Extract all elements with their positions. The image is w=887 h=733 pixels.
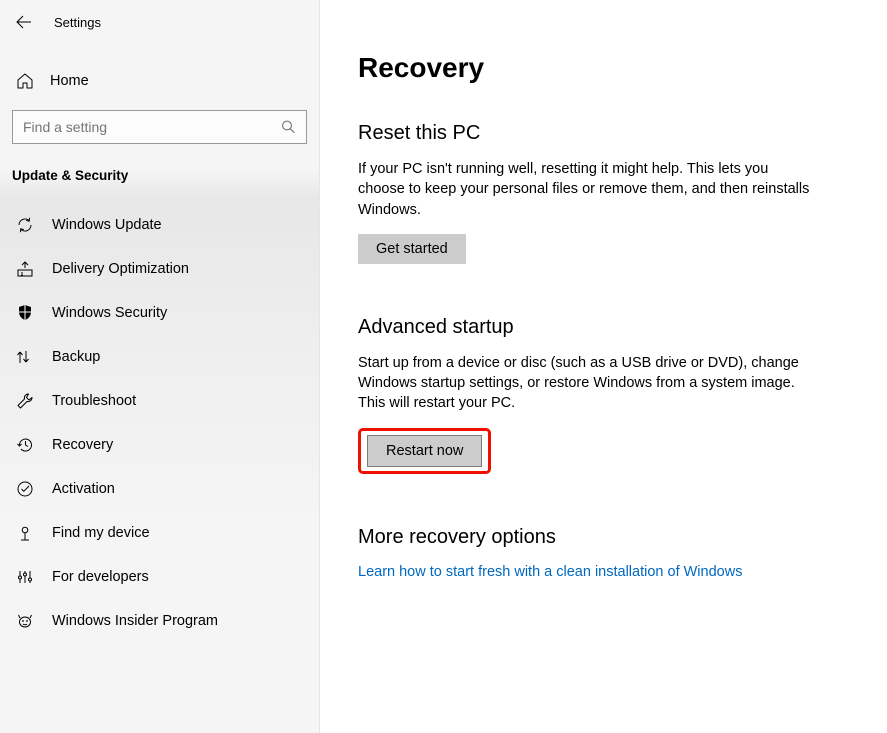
history-icon [16, 436, 34, 454]
sidebar: Settings Home Update & Security Windows … [0, 0, 320, 733]
section-more-options: More recovery options Learn how to start… [358, 526, 818, 581]
sidebar-item-delivery-optimization[interactable]: Delivery Optimization [0, 247, 319, 291]
sidebar-item-label: Recovery [52, 437, 113, 453]
page-title: Recovery [358, 52, 849, 84]
search-icon [281, 120, 296, 135]
sidebar-item-label: Windows Update [52, 217, 162, 233]
get-started-button[interactable]: Get started [358, 234, 466, 264]
sidebar-item-activation[interactable]: Activation [0, 467, 319, 511]
sidebar-item-windows-insider[interactable]: Windows Insider Program [0, 599, 319, 643]
sidebar-category: Update & Security [0, 144, 319, 197]
delivery-icon [16, 260, 34, 278]
sidebar-home-label: Home [50, 73, 89, 89]
sidebar-item-label: Windows Security [52, 305, 167, 321]
topbar: Settings [0, 6, 319, 40]
search-wrap [0, 100, 319, 144]
advanced-heading: Advanced startup [358, 316, 818, 339]
sidebar-nav: Windows Update Delivery Optimization Win… [0, 203, 319, 643]
main-content: Recovery Reset this PC If your PC isn't … [320, 0, 887, 733]
sidebar-item-label: For developers [52, 569, 149, 585]
fresh-install-link[interactable]: Learn how to start fresh with a clean in… [358, 564, 742, 580]
wrench-icon [16, 392, 34, 410]
home-icon [16, 72, 34, 90]
sidebar-item-label: Find my device [52, 525, 150, 541]
search-box[interactable] [12, 110, 307, 144]
arrow-left-icon [16, 14, 32, 30]
sidebar-item-for-developers[interactable]: For developers [0, 555, 319, 599]
reset-heading: Reset this PC [358, 122, 818, 145]
sidebar-item-label: Backup [52, 349, 100, 365]
sidebar-item-label: Windows Insider Program [52, 613, 218, 629]
shield-icon [16, 304, 34, 322]
refresh-icon [16, 216, 34, 234]
search-input[interactable] [13, 111, 306, 143]
sidebar-home[interactable]: Home [0, 62, 319, 100]
location-icon [16, 524, 34, 542]
section-advanced-startup: Advanced startup Start up from a device … [358, 316, 818, 474]
restart-now-button[interactable]: Restart now [367, 435, 482, 467]
sidebar-item-backup[interactable]: Backup [0, 335, 319, 379]
developers-icon [16, 568, 34, 586]
sidebar-item-find-my-device[interactable]: Find my device [0, 511, 319, 555]
advanced-body: Start up from a device or disc (such as … [358, 353, 818, 414]
app-title: Settings [54, 15, 101, 30]
sidebar-item-label: Troubleshoot [52, 393, 136, 409]
sidebar-item-label: Activation [52, 481, 115, 497]
section-reset-pc: Reset this PC If your PC isn't running w… [358, 122, 818, 264]
sidebar-item-troubleshoot[interactable]: Troubleshoot [0, 379, 319, 423]
backup-icon [16, 348, 34, 366]
insider-icon [16, 612, 34, 630]
sidebar-item-windows-update[interactable]: Windows Update [0, 203, 319, 247]
reset-body: If your PC isn't running well, resetting… [358, 159, 818, 220]
check-circle-icon [16, 480, 34, 498]
sidebar-item-label: Delivery Optimization [52, 261, 189, 277]
sidebar-item-recovery[interactable]: Recovery [0, 423, 319, 467]
more-heading: More recovery options [358, 526, 818, 549]
back-button[interactable] [14, 12, 34, 32]
highlight-box: Restart now [358, 428, 491, 474]
sidebar-item-windows-security[interactable]: Windows Security [0, 291, 319, 335]
